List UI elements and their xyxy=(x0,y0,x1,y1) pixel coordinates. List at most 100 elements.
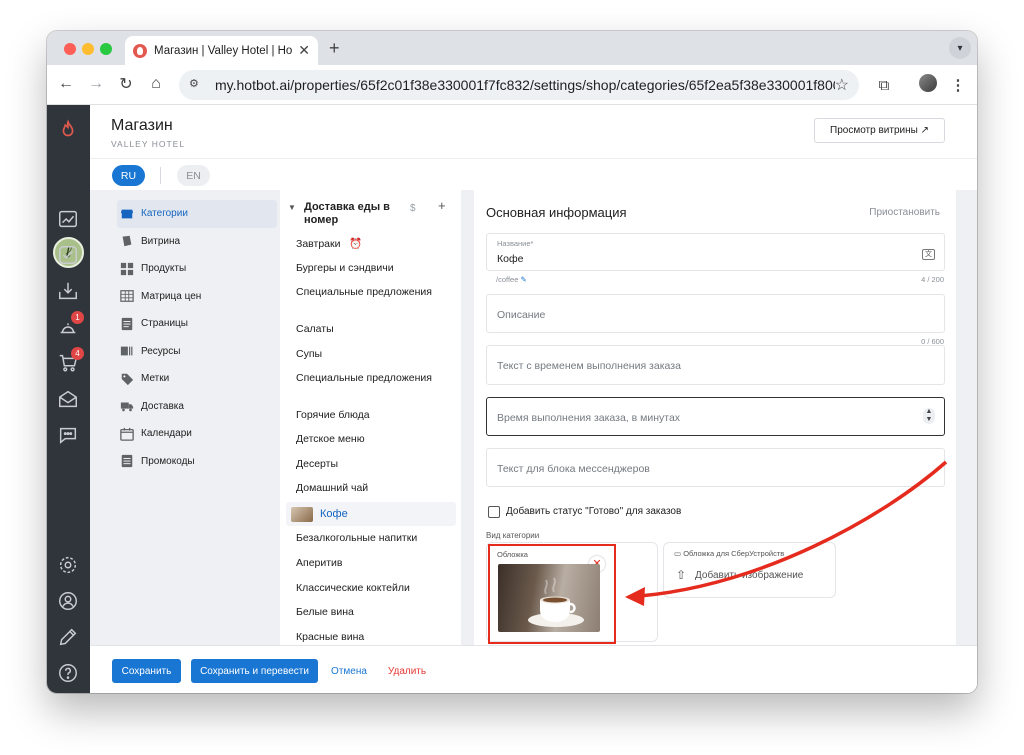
settings-gear-icon[interactable] xyxy=(55,552,81,578)
truck-icon xyxy=(120,402,134,412)
reload-icon[interactable]: ↻ xyxy=(115,73,137,95)
category-item[interactable]: Горячие блюда xyxy=(296,409,446,421)
address-bar[interactable]: ⚙ my.hotbot.ai/properties/65f2c01f38e330… xyxy=(179,70,859,100)
slug-value: /coffee xyxy=(496,275,519,284)
cancel-button[interactable]: Отмена xyxy=(328,659,370,683)
resources-icon xyxy=(120,346,133,356)
category-item[interactable]: Специальные предложения xyxy=(296,372,446,384)
menu-label: Категории xyxy=(141,208,188,220)
category-thumbnail xyxy=(291,506,313,522)
menu-item-tags[interactable]: Метки xyxy=(117,365,277,393)
url-text: my.hotbot.ai/properties/65f2c01f38e33000… xyxy=(215,77,835,93)
number-stepper-icon[interactable]: ▲ ▼ xyxy=(923,408,935,424)
save-button[interactable]: Сохранить xyxy=(112,659,181,683)
category-item[interactable]: Красные вина xyxy=(296,631,446,643)
name-field-label: Название* xyxy=(497,239,534,248)
chat-icon[interactable] xyxy=(55,422,81,448)
tab-search-chevron-icon[interactable]: ▾ xyxy=(949,37,971,59)
extensions-puzzle-icon[interactable]: ⧉ xyxy=(873,74,895,96)
left-rail: ℓ 1 4 xyxy=(47,105,90,693)
category-item[interactable]: Специальные предложения xyxy=(296,286,446,298)
category-item[interactable]: Детское меню xyxy=(296,433,446,445)
content-area: Категории Витрина Продукты Матрица цен С… xyxy=(90,190,977,645)
name-field[interactable]: Название* Кофе 文 xyxy=(486,233,945,271)
menu-label: Метки xyxy=(141,373,170,385)
tasks-check-icon[interactable] xyxy=(55,242,81,268)
order-time-minutes-field[interactable]: Время выполнения заказа, в минутах ▲ ▼ xyxy=(486,397,945,436)
menu-item-products[interactable]: Продукты xyxy=(117,255,277,283)
forward-arrow-icon[interactable]: → xyxy=(85,73,107,95)
language-bar: RU EN xyxy=(90,158,977,190)
menu-item-delivery[interactable]: Доставка xyxy=(117,393,277,421)
menu-label: Доставка xyxy=(141,400,184,412)
analytics-chart-icon[interactable] xyxy=(55,206,81,232)
menu-item-price-matrix[interactable]: Матрица цен xyxy=(117,283,277,311)
category-item-selected[interactable]: Кофе xyxy=(286,502,456,526)
menu-label: Матрица цен xyxy=(141,290,202,302)
category-item[interactable]: Классические коктейли xyxy=(296,582,446,594)
profile-avatar[interactable] xyxy=(919,74,937,92)
description-field[interactable]: Описание xyxy=(486,294,945,333)
category-label: Завтраки xyxy=(296,238,341,250)
inbox-download-icon[interactable] xyxy=(55,278,81,304)
browser-window: Магазин | Valley Hotel | Hotb ✕ + ▾ ← → … xyxy=(47,31,977,693)
browser-menu-icon[interactable]: ⋮ xyxy=(947,74,969,96)
form-title: Основная информация xyxy=(486,205,627,220)
menu-item-resources[interactable]: Ресурсы xyxy=(117,338,277,366)
home-icon[interactable]: ⌂ xyxy=(145,73,167,95)
category-item[interactable]: Десерты xyxy=(296,458,446,470)
lang-en-button[interactable]: EN xyxy=(177,165,210,186)
menu-item-pages[interactable]: Страницы xyxy=(117,310,277,338)
save-and-translate-button[interactable]: Сохранить и перевести xyxy=(191,659,318,683)
site-settings-icon[interactable]: ⚙ xyxy=(189,77,205,93)
suspend-button[interactable]: Приостановить xyxy=(869,207,940,218)
ready-status-label: Добавить статус "Готово" для заказов xyxy=(506,506,682,517)
order-time-text-field[interactable]: Текст с временем выполнения заказа xyxy=(486,345,945,385)
hotbot-logo-icon[interactable] xyxy=(55,117,81,143)
menu-item-categories[interactable]: Категории xyxy=(117,200,277,228)
coffee-cover-image xyxy=(498,564,600,632)
messenger-text-field[interactable]: Текст для блока мессенджеров xyxy=(486,448,945,487)
category-item[interactable]: Безалкогольные напитки xyxy=(296,532,446,544)
menu-item-promocodes[interactable]: Промокоды xyxy=(117,448,277,476)
alarm-clock-icon: ⏰ xyxy=(349,238,363,250)
new-tab-button[interactable]: + xyxy=(329,38,340,59)
price-dollar-icon[interactable]: $ xyxy=(410,202,416,215)
category-item[interactable]: Белые вина xyxy=(296,606,446,618)
showcase-icon xyxy=(122,236,132,247)
ready-status-checkbox[interactable] xyxy=(488,506,500,518)
sber-cover-card[interactable]: ▭ Обложка для СберУстройств ⇧ Добавить и… xyxy=(663,542,836,598)
category-item[interactable]: Супы xyxy=(296,348,446,360)
menu-item-showcase[interactable]: Витрина xyxy=(117,228,277,256)
add-image-button[interactable]: Добавить изображение xyxy=(695,570,803,581)
menu-item-calendars[interactable]: Календари xyxy=(117,420,277,448)
close-window-button[interactable] xyxy=(64,43,76,55)
category-item[interactable]: Салаты xyxy=(296,323,446,335)
pencil-icon[interactable] xyxy=(55,624,81,650)
category-item[interactable]: Аперитив xyxy=(296,557,446,569)
category-item[interactable]: Завтраки ⏰ xyxy=(296,238,446,250)
name-counter: 4 / 200 xyxy=(921,275,944,284)
add-category-button[interactable]: + xyxy=(438,199,446,212)
mail-icon[interactable] xyxy=(55,386,81,412)
tab-close-icon[interactable]: ✕ xyxy=(298,42,310,59)
browser-tab[interactable]: Магазин | Valley Hotel | Hotb ✕ xyxy=(125,36,318,65)
view-store-button[interactable]: Просмотр витрины ↗ xyxy=(814,118,945,143)
user-profile-icon[interactable] xyxy=(55,588,81,614)
category-item[interactable]: Домашний чай xyxy=(296,482,446,494)
coffee-cup-icon xyxy=(528,577,584,627)
back-arrow-icon[interactable]: ← xyxy=(55,73,77,95)
order-time-minutes-placeholder: Время выполнения заказа, в минутах xyxy=(497,412,681,424)
minimize-window-button[interactable] xyxy=(82,43,94,55)
edit-pencil-icon[interactable]: ✎ xyxy=(520,275,526,284)
help-icon[interactable] xyxy=(55,660,81,686)
slug-text[interactable]: /coffee ✎ xyxy=(496,275,527,284)
zoom-window-button[interactable] xyxy=(100,43,112,55)
delete-button[interactable]: Удалить xyxy=(382,659,432,683)
category-item[interactable]: Бургеры и сэндвичи xyxy=(296,262,446,274)
translate-icon[interactable]: 文 xyxy=(922,249,935,260)
menu-label: Ресурсы xyxy=(141,345,181,357)
lang-ru-button[interactable]: RU xyxy=(112,165,145,186)
chevron-down-icon[interactable]: ▼ xyxy=(288,201,296,214)
bookmark-star-icon[interactable]: ☆ xyxy=(835,75,849,95)
